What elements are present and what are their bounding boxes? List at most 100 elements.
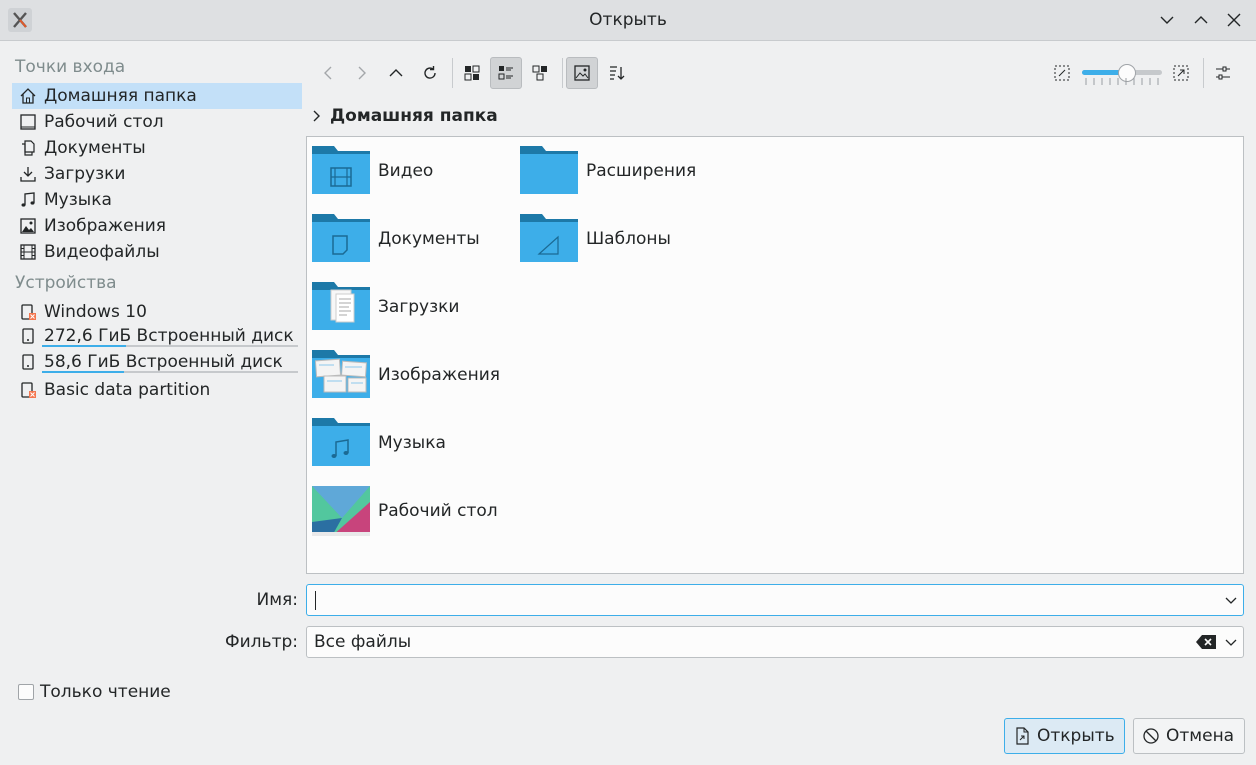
file-item-label: Изображения [378,365,501,385]
file-item-label: Документы [378,229,480,249]
icons-view-button[interactable] [456,57,488,89]
readonly-checkbox[interactable] [18,684,34,700]
tree-view-button[interactable] [524,57,556,89]
device-item-label: 272,6 ГиБ Встроенный диск [44,326,294,346]
open-button-label: Открыть [1037,726,1115,746]
clear-text-icon[interactable] [1195,634,1217,650]
home-icon [17,85,39,107]
view-compact-icon [498,66,513,80]
sidebar-item-label: Рабочий стол [44,112,164,132]
chevron-up-icon [1194,16,1208,24]
drive-unmounted-icon [17,379,39,401]
back-button[interactable] [312,57,344,89]
zoom-out-button[interactable] [1046,57,1078,89]
minimize-button[interactable] [1155,8,1179,32]
reload-icon [424,66,436,79]
sidebar-item-label: Документы [44,138,146,158]
name-label: Имя: [256,590,299,610]
download-icon [17,163,39,185]
filter-select[interactable]: Все файлы [306,626,1244,658]
folder-documents-icon [312,210,370,268]
devices-section-title: Устройства [15,273,117,293]
capacity-bar [42,371,298,373]
chevron-down-icon[interactable] [1223,634,1239,650]
music-icon [17,189,39,211]
file-item[interactable]: Музыка [312,414,446,472]
image-preview-icon [574,65,590,81]
filter-value[interactable]: Все файлы [314,627,411,657]
device-item[interactable]: Windows 10 [12,299,302,325]
folder-icon [520,142,578,200]
drive-icon [17,325,39,347]
file-item-label: Загрузки [378,297,460,317]
file-item-label: Расширения [586,161,697,181]
arrow-right-icon [358,66,366,80]
compact-view-button[interactable] [490,57,522,89]
folder-templates-icon [520,210,578,268]
folder-downloads-icon [312,278,370,336]
sidebar-item[interactable]: Домашняя папка [12,83,302,109]
parent-folder-button[interactable] [380,57,412,89]
zoom-in-icon [1173,65,1189,81]
file-item[interactable]: Видео [312,142,433,200]
folder-music-icon [312,414,370,472]
capacity-bar [42,345,298,347]
file-view[interactable]: Видео Расширения Документы Шаблоны Загрузки И… [306,136,1244,574]
reload-button[interactable] [414,57,446,89]
sidebar-item[interactable]: Изображения [12,213,302,239]
places-section-title: Точки входа [15,57,126,77]
file-item[interactable]: Загрузки [312,278,459,336]
view-icons-icon [464,65,480,81]
preview-toggle-button[interactable] [566,57,598,89]
sidebar-item-label: Музыка [44,190,112,210]
sidebar-item[interactable]: Рабочий стол [12,109,302,135]
file-item-label: Музыка [378,433,446,453]
configure-icon [1216,66,1230,80]
breadcrumb-current[interactable]: Домашняя папка [330,106,498,126]
chevron-right-icon [313,110,320,122]
file-item[interactable]: Документы [312,210,480,268]
sidebar-item[interactable]: Музыка [12,187,302,213]
name-input[interactable] [306,584,1244,616]
arrow-up-icon [389,69,403,77]
open-button[interactable]: Открыть [1004,718,1125,754]
sort-icon [610,66,625,80]
file-item[interactable]: Расширения [520,142,696,200]
sidebar-item-label: Загрузки [44,164,126,184]
sidebar-item[interactable]: Документы [12,135,302,161]
video-icon [17,241,39,263]
image-icon [17,215,39,237]
folder-desktop-icon [312,482,370,540]
title-bar: Открыть [0,0,1256,41]
sidebar-item[interactable]: Видеофайлы [12,239,302,265]
chevron-down-icon [1160,16,1174,24]
file-item[interactable]: Шаблоны [520,210,671,268]
maximize-button[interactable] [1189,8,1213,32]
sidebar-item-label: Домашняя папка [44,86,197,106]
close-button[interactable] [1222,8,1246,32]
sort-button[interactable] [600,57,632,89]
window-title: Открыть [589,10,667,30]
device-item-label: 58,6 ГиБ Встроенный диск [44,352,283,372]
forward-button[interactable] [346,57,378,89]
file-item[interactable]: Изображения [312,346,500,404]
options-button[interactable] [1207,57,1239,89]
drive-unmounted-icon [17,301,39,323]
cancel-button[interactable]: Отмена [1133,718,1245,754]
close-icon [1227,13,1241,27]
readonly-label[interactable]: Только чтение [40,682,171,702]
device-item[interactable]: Basic data partition [12,377,302,403]
capacity-bar-fill [42,345,127,347]
readonly-checkbox-row[interactable]: Только чтение [18,682,171,702]
sidebar-item[interactable]: Загрузки [12,161,302,187]
breadcrumb[interactable]: Домашняя папка [310,104,498,128]
zoom-slider-ticks [1085,78,1159,85]
chevron-down-icon[interactable] [1223,592,1239,608]
view-tree-icon [532,65,547,81]
filter-label: Фильтр: [225,632,298,652]
zoom-slider[interactable] [1082,64,1162,86]
sidebar-item-label: Видеофайлы [44,242,160,262]
zoom-in-button[interactable] [1165,57,1197,89]
file-item[interactable]: Рабочий стол [312,482,498,540]
desktop-icon [17,111,39,133]
